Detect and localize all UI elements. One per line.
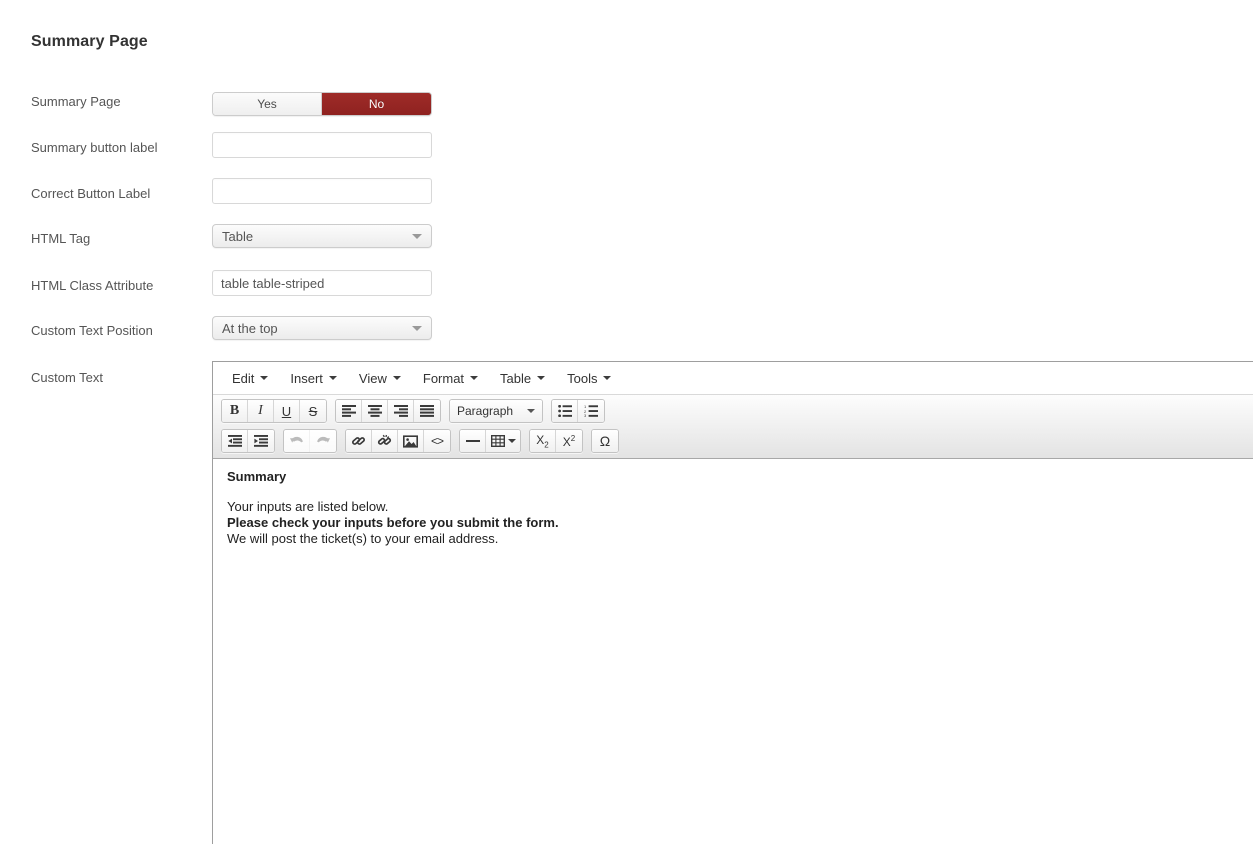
source-code-icon[interactable]: <> bbox=[424, 430, 450, 452]
omega-glyph: Ω bbox=[599, 433, 611, 449]
menu-edit-label: Edit bbox=[232, 370, 255, 386]
custom-text-position-select[interactable]: At the top bbox=[212, 316, 432, 340]
redo-icon[interactable] bbox=[310, 430, 336, 452]
custom-text-position-selected-value: At the top bbox=[222, 320, 278, 336]
underline-glyph: U bbox=[281, 403, 292, 419]
label-html-class-attribute: HTML Class Attribute bbox=[31, 278, 154, 293]
undo-icon[interactable] bbox=[284, 430, 310, 452]
block-format-group: Paragraph bbox=[449, 399, 543, 423]
indent-icon[interactable] bbox=[248, 430, 274, 452]
list-group: 1 2 3 bbox=[551, 399, 605, 423]
chevron-down-icon bbox=[537, 376, 546, 380]
chevron-down-icon bbox=[603, 376, 612, 380]
label-custom-text-position: Custom Text Position bbox=[31, 323, 153, 338]
label-custom-text: Custom Text bbox=[31, 370, 104, 385]
editor-toolbar-row-1: B I U S Paragraph 1 2 3 bbox=[213, 398, 1253, 424]
paragraph-format-value: Paragraph bbox=[457, 404, 514, 418]
summary-button-label-input[interactable] bbox=[212, 132, 432, 158]
toggle-no-button[interactable]: No bbox=[322, 93, 431, 115]
paragraph-format-select[interactable]: Paragraph bbox=[450, 400, 542, 422]
italic-icon[interactable]: I bbox=[248, 400, 274, 422]
special-character-icon[interactable]: Ω bbox=[592, 430, 618, 452]
menu-tools[interactable]: Tools bbox=[556, 367, 622, 390]
alignment-group bbox=[335, 399, 441, 423]
image-icon[interactable] bbox=[398, 430, 424, 452]
history-group bbox=[283, 429, 337, 453]
align-center-icon[interactable] bbox=[362, 400, 388, 422]
menu-insert[interactable]: Insert bbox=[279, 367, 348, 390]
special-character-group: Ω bbox=[591, 429, 619, 453]
correct-button-label-input[interactable] bbox=[212, 178, 432, 204]
content-line-1: Your inputs are listed below. bbox=[227, 499, 389, 514]
menu-table[interactable]: Table bbox=[489, 367, 556, 390]
svg-text:3: 3 bbox=[584, 413, 587, 417]
insert-group: <> bbox=[345, 429, 451, 453]
content-heading: Summary bbox=[227, 469, 287, 484]
html-tag-selected-value: Table bbox=[222, 228, 254, 244]
menu-insert-label: Insert bbox=[290, 370, 323, 386]
menu-format[interactable]: Format bbox=[412, 367, 489, 390]
strikethrough-icon[interactable]: S bbox=[300, 400, 326, 422]
align-left-icon[interactable] bbox=[336, 400, 362, 422]
chevron-down-icon bbox=[470, 376, 479, 380]
underline-icon[interactable]: U bbox=[274, 400, 300, 422]
menu-view[interactable]: View bbox=[348, 367, 412, 390]
editor-toolbars: B I U S Paragraph 1 2 3 <> X2 X2 Ω bbox=[213, 395, 1253, 459]
script-group: X2 X2 bbox=[529, 429, 583, 453]
html-class-attribute-input[interactable] bbox=[212, 270, 432, 296]
link-icon[interactable] bbox=[346, 430, 372, 452]
summary-page-settings: Summary Page Summary Page Yes No Summary… bbox=[0, 0, 1253, 844]
structure-group bbox=[459, 429, 521, 453]
editor-menubar: Edit Insert View Format Table Tools bbox=[213, 362, 1253, 395]
chevron-down-icon bbox=[412, 234, 422, 239]
italic-glyph: I bbox=[258, 403, 263, 418]
chevron-down-icon bbox=[527, 409, 535, 413]
outdent-icon[interactable] bbox=[222, 430, 248, 452]
menu-edit[interactable]: Edit bbox=[221, 367, 279, 390]
table-icon[interactable] bbox=[486, 430, 520, 452]
horizontal-rule-icon[interactable] bbox=[460, 430, 486, 452]
content-line-2: Please check your inputs before you subm… bbox=[227, 515, 559, 530]
toggle-yes-button[interactable]: Yes bbox=[213, 93, 322, 115]
subscript-icon[interactable]: X2 bbox=[530, 430, 556, 452]
editor-content-area[interactable]: Summary Your inputs are listed below. Pl… bbox=[213, 459, 1253, 844]
menu-format-label: Format bbox=[422, 370, 465, 386]
label-summary-button-label: Summary button label bbox=[31, 140, 158, 155]
bold-icon[interactable]: B bbox=[222, 400, 248, 422]
indent-group bbox=[221, 429, 275, 453]
label-summary-page: Summary Page bbox=[31, 94, 121, 109]
unlink-icon[interactable] bbox=[372, 430, 398, 452]
strikethrough-glyph: S bbox=[308, 403, 318, 419]
summary-page-toggle[interactable]: Yes No bbox=[212, 92, 432, 116]
editor-toolbar-row-2: <> X2 X2 Ω bbox=[213, 428, 1253, 454]
chevron-down-icon bbox=[392, 376, 401, 380]
label-correct-button-label: Correct Button Label bbox=[31, 186, 151, 201]
label-html-tag: HTML Tag bbox=[31, 231, 91, 246]
html-tag-select[interactable]: Table bbox=[212, 224, 432, 248]
menu-table-label: Table bbox=[500, 370, 532, 386]
content-line-3: We will post the ticket(s) to your email… bbox=[227, 531, 499, 546]
align-justify-icon[interactable] bbox=[414, 400, 440, 422]
superscript-icon[interactable]: X2 bbox=[556, 430, 582, 452]
bold-glyph: B bbox=[229, 403, 240, 418]
page-title: Summary Page bbox=[31, 33, 148, 50]
chevron-down-icon bbox=[507, 439, 516, 443]
text-style-group: B I U S bbox=[221, 399, 327, 423]
menu-tools-label: Tools bbox=[567, 370, 598, 386]
chevron-down-icon bbox=[260, 376, 269, 380]
numbered-list-icon[interactable]: 1 2 3 bbox=[578, 400, 604, 422]
align-right-icon[interactable] bbox=[388, 400, 414, 422]
bullet-list-icon[interactable] bbox=[552, 400, 578, 422]
chevron-down-icon bbox=[412, 326, 422, 331]
menu-view-label: View bbox=[358, 370, 387, 386]
custom-text-rich-editor[interactable]: Edit Insert View Format Table Tools B I … bbox=[212, 361, 1253, 844]
source-code-glyph: <> bbox=[430, 434, 444, 448]
chevron-down-icon bbox=[328, 376, 337, 380]
